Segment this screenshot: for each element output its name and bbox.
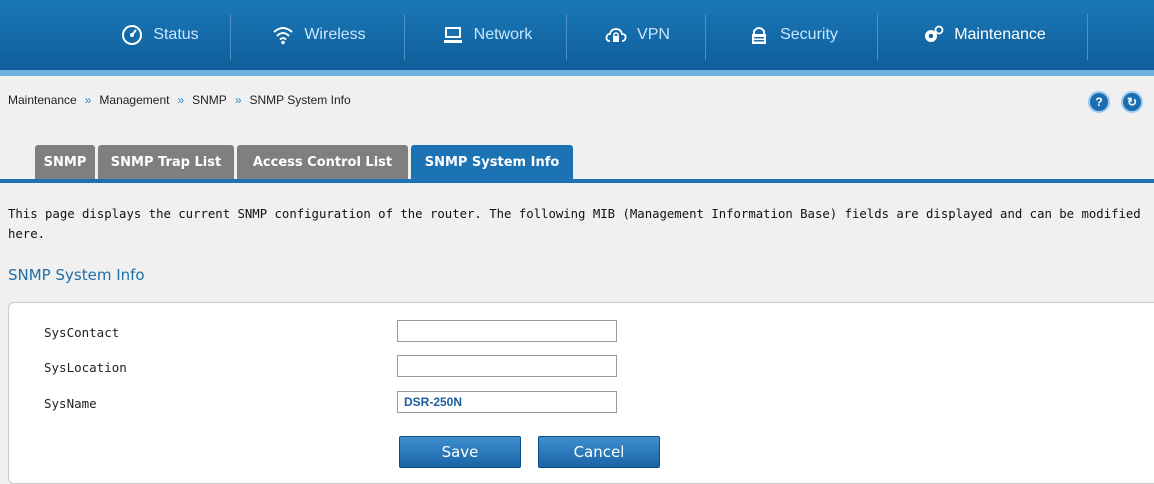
refresh-button[interactable]: ↻: [1121, 91, 1143, 113]
nav-item-label: Wireless: [304, 26, 366, 43]
section-title: SNMP System Info: [8, 266, 145, 284]
gears-icon: [922, 24, 944, 46]
nav-item-security[interactable]: Security: [709, 0, 877, 70]
nav-item-wireless[interactable]: Wireless: [234, 0, 404, 70]
nav-item-status[interactable]: Status: [90, 0, 230, 70]
syscontact-label: SysContact: [44, 325, 120, 340]
nav-item-label: Status: [153, 26, 199, 43]
wifi-icon: [272, 24, 294, 46]
help-button[interactable]: ?: [1088, 91, 1110, 113]
nav-divider: [230, 14, 231, 60]
nav-item-label: VPN: [637, 26, 670, 43]
breadcrumb-current: SNMP System Info: [249, 93, 351, 107]
breadcrumb-item[interactable]: Management: [99, 93, 169, 107]
nav-item-vpn[interactable]: VPN: [570, 0, 705, 70]
breadcrumb-separator: »: [84, 93, 92, 107]
nav-item-label: Maintenance: [954, 26, 1046, 43]
breadcrumb-separator: »: [234, 93, 242, 107]
cloud-lock-icon: [605, 24, 627, 46]
nav-item-maintenance[interactable]: Maintenance: [881, 0, 1087, 70]
breadcrumb: Maintenance » Management » SNMP » SNMP System …: [8, 93, 351, 107]
nav-underline: [0, 70, 1154, 76]
tab-access-control-list[interactable]: Access Control List: [237, 145, 408, 179]
tab-snmp[interactable]: SNMP: [35, 145, 95, 179]
nav-divider: [566, 14, 567, 60]
nav-item-network[interactable]: Network: [408, 0, 566, 70]
save-button[interactable]: Save: [399, 436, 521, 468]
gauge-icon: [121, 24, 143, 46]
sysname-label: SysName: [44, 396, 97, 411]
tab-snmp-trap-list[interactable]: SNMP Trap List: [98, 145, 234, 179]
nav-divider: [705, 14, 706, 60]
lock-icon: [748, 24, 770, 46]
monitor-icon: [442, 24, 464, 46]
sysname-input[interactable]: [397, 391, 617, 413]
syslocation-label: SysLocation: [44, 360, 127, 375]
breadcrumb-separator: »: [177, 93, 185, 107]
tab-underline: [0, 179, 1154, 183]
nav-item-label: Network: [473, 26, 533, 43]
page-description: This page displays the current SNMP conf…: [8, 207, 1141, 241]
syslocation-input[interactable]: [397, 355, 617, 377]
nav-divider: [1087, 14, 1088, 60]
cancel-button[interactable]: Cancel: [538, 436, 660, 468]
breadcrumb-item[interactable]: SNMP: [192, 93, 227, 107]
nav-divider: [404, 14, 405, 60]
tab-snmp-system-info[interactable]: SNMP System Info: [411, 145, 573, 179]
nav-item-label: Security: [780, 26, 838, 43]
nav-divider: [877, 14, 878, 60]
syscontact-input[interactable]: [397, 320, 617, 342]
breadcrumb-item[interactable]: Maintenance: [8, 93, 77, 107]
